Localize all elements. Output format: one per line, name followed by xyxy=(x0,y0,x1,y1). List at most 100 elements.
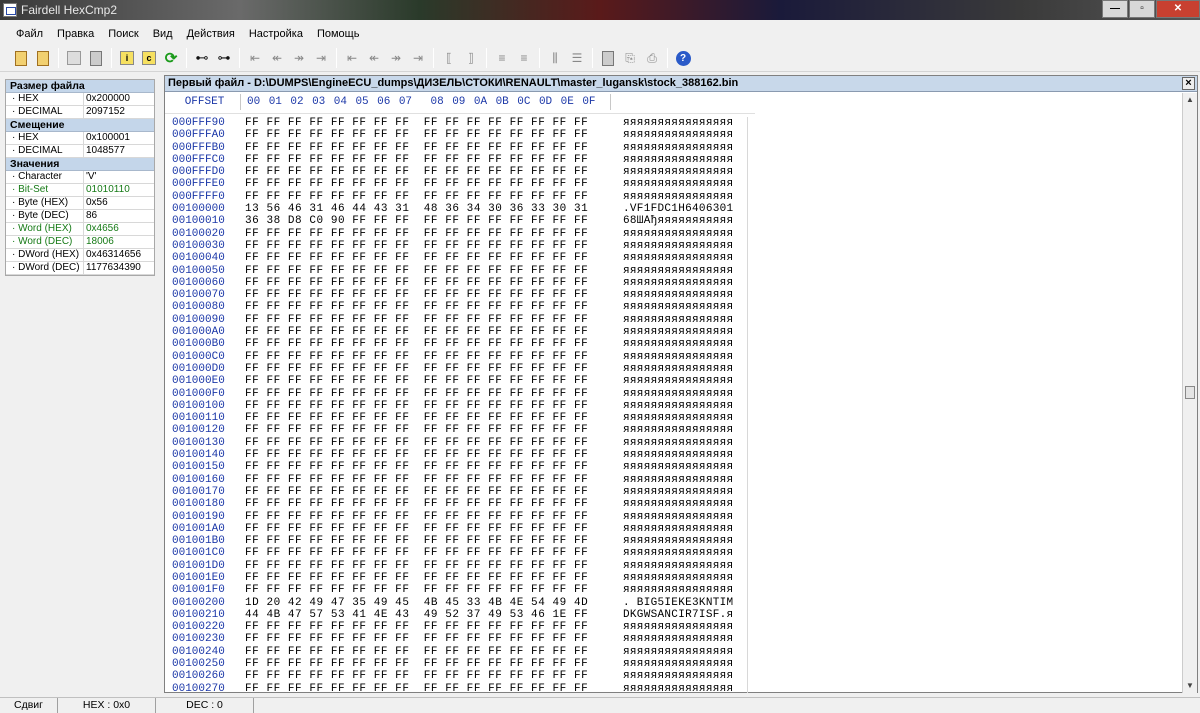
row-ascii[interactable]: яяяяяяяяяяяяяяяя xyxy=(615,633,745,645)
hex-row[interactable]: 00100240 FF FF FF FF FF FF FF FF FF FF FF… xyxy=(169,646,745,658)
menu-help[interactable]: Помощь xyxy=(310,28,367,40)
scroll-thumb[interactable] xyxy=(1185,386,1195,399)
row-ascii[interactable]: яяяяяяяяяяяяяяяя xyxy=(615,252,745,264)
row-bytes[interactable]: FF FF FF FF FF FF FF FF FF FF FF FF FF F… xyxy=(245,412,615,424)
hex-row[interactable]: 00100020 FF FF FF FF FF FF FF FF FF FF FF… xyxy=(169,228,745,240)
hex-row[interactable]: 001001E0 FF FF FF FF FF FF FF FF FF FF FF… xyxy=(169,572,745,584)
hex-row[interactable]: 00100010 36 38 D8 C0 90 FF FF FF FF FF FF… xyxy=(169,215,745,227)
columns-icon[interactable]: ⫼ xyxy=(545,48,565,68)
row-bytes[interactable]: FF FF FF FF FF FF FF FF FF FF FF FF FF F… xyxy=(245,683,615,695)
row-ascii[interactable]: яяяяяяяяяяяяяяяя xyxy=(615,363,745,375)
row-ascii[interactable]: яяяяяяяяяяяяяяяя xyxy=(615,375,745,387)
row-bytes[interactable]: FF FF FF FF FF FF FF FF FF FF FF FF FF F… xyxy=(245,252,615,264)
hex-row[interactable]: 00100000 13 56 46 31 46 44 43 31 48 36 34… xyxy=(169,203,745,215)
row-bytes[interactable]: FF FF FF FF FF FF FF FF FF FF FF FF FF F… xyxy=(245,621,615,633)
row-ascii[interactable]: яяяяяяяяяяяяяяяя xyxy=(615,277,745,289)
row-ascii[interactable]: яяяяяяяяяяяяяяяя xyxy=(615,301,745,313)
row-bytes[interactable]: FF FF FF FF FF FF FF FF FF FF FF FF FF F… xyxy=(245,166,615,178)
row-ascii[interactable]: яяяяяяяяяяяяяяяя xyxy=(615,449,745,461)
row-ascii[interactable]: яяяяяяяяяяяяяяяя xyxy=(615,166,745,178)
row-ascii[interactable]: яяяяяяяяяяяяяяяя xyxy=(615,178,745,190)
row-ascii[interactable]: яяяяяяяяяяяяяяяя xyxy=(615,326,745,338)
hex-row[interactable]: 001000C0 FF FF FF FF FF FF FF FF FF FF FF… xyxy=(169,351,745,363)
hex-row[interactable]: 000FFF90 FF FF FF FF FF FF FF FF FF FF FF… xyxy=(169,117,745,129)
menu-file[interactable]: Файл xyxy=(10,28,50,40)
hex-row[interactable]: 000FFFA0 FF FF FF FF FF FF FF FF FF FF FF… xyxy=(169,129,745,141)
print-icon[interactable]: ⎙ xyxy=(642,48,662,68)
row-bytes[interactable]: 44 4B 47 57 53 41 4E 43 49 52 37 49 53 4… xyxy=(245,609,615,621)
stop-icon[interactable] xyxy=(64,48,84,68)
hex-row[interactable]: 00100150 FF FF FF FF FF FF FF FF FF FF FF… xyxy=(169,461,745,473)
open-file-icon[interactable] xyxy=(11,48,31,68)
row-ascii[interactable]: яяяяяяяяяяяяяяяя xyxy=(615,560,745,572)
row-bytes[interactable]: FF FF FF FF FF FF FF FF FF FF FF FF FF F… xyxy=(245,314,615,326)
row-bytes[interactable]: FF FF FF FF FF FF FF FF FF FF FF FF FF F… xyxy=(245,388,615,400)
row-ascii[interactable]: яяяяяяяяяяяяяяяя xyxy=(615,314,745,326)
hex-row[interactable]: 00100110 FF FF FF FF FF FF FF FF FF FF FF… xyxy=(169,412,745,424)
row-bytes[interactable]: FF FF FF FF FF FF FF FF FF FF FF FF FF F… xyxy=(245,191,615,203)
align-left-icon[interactable]: ≡ xyxy=(492,48,512,68)
menu-search[interactable]: Поиск xyxy=(101,28,145,40)
hex-row[interactable]: 00100140 FF FF FF FF FF FF FF FF FF FF FF… xyxy=(169,449,745,461)
row-ascii[interactable]: яяяяяяяяяяяяяяяя xyxy=(615,474,745,486)
row-bytes[interactable]: 13 56 46 31 46 44 43 31 48 36 34 30 36 3… xyxy=(245,203,615,215)
row-bytes[interactable]: FF FF FF FF FF FF FF FF FF FF FF FF FF F… xyxy=(245,154,615,166)
hex-row[interactable]: 00100120 FF FF FF FF FF FF FF FF FF FF FF… xyxy=(169,424,745,436)
row-ascii[interactable]: яяяяяяяяяяяяяяяя xyxy=(615,511,745,523)
row-ascii[interactable]: яяяяяяяяяяяяяяяя xyxy=(615,338,745,350)
row-ascii[interactable]: яяяяяяяяяяяяяяяя xyxy=(615,424,745,436)
sync-right-icon[interactable]: ⟧ xyxy=(461,48,481,68)
prev-diff-icon[interactable]: ↞ xyxy=(267,48,287,68)
row-ascii[interactable]: яяяяяяяяяяяяяяяя xyxy=(615,670,745,682)
refresh-icon[interactable]: ⟳ xyxy=(161,48,181,68)
menu-actions[interactable]: Действия xyxy=(180,28,242,40)
last-diff-icon[interactable]: ⇥ xyxy=(311,48,331,68)
row-ascii[interactable]: яяяяяяяяяяяяяяяя xyxy=(615,535,745,547)
row-ascii[interactable]: яяяяяяяяяяяяяяяя xyxy=(615,621,745,633)
row-ascii[interactable]: яяяяяяяяяяяяяяяя xyxy=(615,523,745,535)
row-bytes[interactable]: FF FF FF FF FF FF FF FF FF FF FF FF FF F… xyxy=(245,523,615,535)
info-icon[interactable]: i xyxy=(117,48,137,68)
hex-row[interactable]: 000FFFE0 FF FF FF FF FF FF FF FF FF FF FF… xyxy=(169,178,745,190)
row-bytes[interactable]: FF FF FF FF FF FF FF FF FF FF FF FF FF F… xyxy=(245,117,615,129)
rows-icon[interactable]: ☰ xyxy=(567,48,587,68)
row-bytes[interactable]: FF FF FF FF FF FF FF FF FF FF FF FF FF F… xyxy=(245,560,615,572)
row-ascii[interactable]: 68ШАђяяяяяяяяяяя xyxy=(615,215,745,227)
row-bytes[interactable]: FF FF FF FF FF FF FF FF FF FF FF FF FF F… xyxy=(245,301,615,313)
hex-row[interactable]: 00100090 FF FF FF FF FF FF FF FF FF FF FF… xyxy=(169,314,745,326)
row-bytes[interactable]: FF FF FF FF FF FF FF FF FF FF FF FF FF F… xyxy=(245,584,615,596)
row-ascii[interactable]: яяяяяяяяяяяяяяяя xyxy=(615,142,745,154)
hex-row[interactable]: 00100180 FF FF FF FF FF FF FF FF FF FF FF… xyxy=(169,498,745,510)
close-panel-button[interactable]: × xyxy=(1182,77,1195,90)
last-page-icon[interactable]: ⇥ xyxy=(408,48,428,68)
row-bytes[interactable]: FF FF FF FF FF FF FF FF FF FF FF FF FF F… xyxy=(245,129,615,141)
row-ascii[interactable]: яяяяяяяяяяяяяяяя xyxy=(615,129,745,141)
hex-row[interactable]: 00100080 FF FF FF FF FF FF FF FF FF FF FF… xyxy=(169,301,745,313)
row-ascii[interactable]: яяяяяяяяяяяяяяяя xyxy=(615,461,745,473)
row-ascii[interactable]: яяяяяяяяяяяяяяяя xyxy=(615,412,745,424)
scroll-down-icon[interactable]: ▼ xyxy=(1183,679,1197,693)
row-bytes[interactable]: FF FF FF FF FF FF FF FF FF FF FF FF FF F… xyxy=(245,511,615,523)
row-bytes[interactable]: FF FF FF FF FF FF FF FF FF FF FF FF FF F… xyxy=(245,240,615,252)
row-bytes[interactable]: FF FF FF FF FF FF FF FF FF FF FF FF FF F… xyxy=(245,547,615,559)
hex-row[interactable]: 00100210 44 4B 47 57 53 41 4E 43 49 52 37… xyxy=(169,609,745,621)
hex-row[interactable]: 00100200 1D 20 42 49 47 35 49 45 4B 45 33… xyxy=(169,597,745,609)
row-bytes[interactable]: FF FF FF FF FF FF FF FF FF FF FF FF FF F… xyxy=(245,535,615,547)
hex-row[interactable]: 00100050 FF FF FF FF FF FF FF FF FF FF FF… xyxy=(169,265,745,277)
hex-row[interactable]: 00100130 FF FF FF FF FF FF FF FF FF FF FF… xyxy=(169,437,745,449)
row-ascii[interactable]: яяяяяяяяяяяяяяяя xyxy=(615,117,745,129)
report-icon[interactable] xyxy=(598,48,618,68)
prev-page-icon[interactable]: ↞ xyxy=(364,48,384,68)
row-bytes[interactable]: FF FF FF FF FF FF FF FF FF FF FF FF FF F… xyxy=(245,178,615,190)
help-icon[interactable]: ? xyxy=(673,48,693,68)
hex-row[interactable]: 00100100 FF FF FF FF FF FF FF FF FF FF FF… xyxy=(169,400,745,412)
hex-row[interactable]: 00100250 FF FF FF FF FF FF FF FF FF FF FF… xyxy=(169,658,745,670)
find-icon[interactable]: ⊷ xyxy=(192,48,212,68)
menu-view[interactable]: Вид xyxy=(146,28,180,40)
row-bytes[interactable]: FF FF FF FF FF FF FF FF FF FF FF FF FF F… xyxy=(245,498,615,510)
maximize-button[interactable]: ▫ xyxy=(1129,0,1155,18)
row-ascii[interactable]: яяяяяяяяяяяяяяяя xyxy=(615,400,745,412)
hex-row[interactable]: 001001F0 FF FF FF FF FF FF FF FF FF FF FF… xyxy=(169,584,745,596)
row-ascii[interactable]: яяяяяяяяяяяяяяяя xyxy=(615,388,745,400)
row-ascii[interactable]: яяяяяяяяяяяяяяяя xyxy=(615,646,745,658)
